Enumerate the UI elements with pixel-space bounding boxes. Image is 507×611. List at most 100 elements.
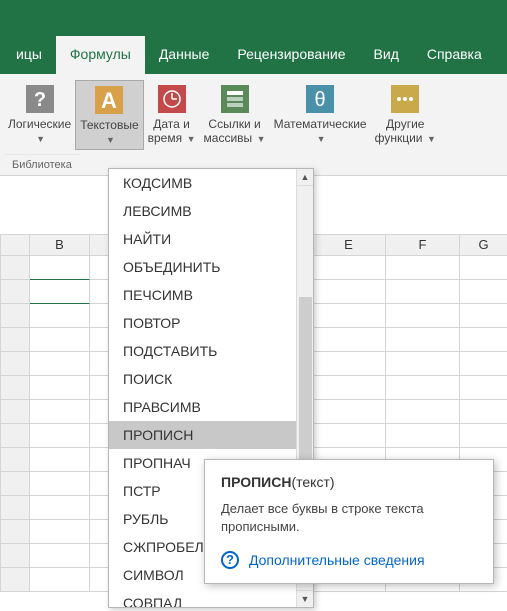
dropdown-item[interactable]: ПРОПИСН xyxy=(109,421,313,449)
text-functions-button[interactable]: A Текстовые ▼ xyxy=(75,80,143,150)
lookup-button[interactable]: Ссылки имассивы ▼ xyxy=(200,80,270,148)
clock-icon xyxy=(155,82,189,116)
col-header-b[interactable]: B xyxy=(30,234,90,256)
cell[interactable] xyxy=(30,256,90,280)
more-functions-button[interactable]: Другиефункции ▼ xyxy=(371,80,440,148)
dots-icon xyxy=(388,82,422,116)
cell[interactable] xyxy=(30,448,90,472)
row-header[interactable] xyxy=(0,472,30,496)
text-label: Текстовые xyxy=(80,118,138,132)
row-header[interactable] xyxy=(0,568,30,592)
select-all-corner[interactable] xyxy=(0,234,30,256)
dropdown-item[interactable]: ОБЪЕДИНИТЬ xyxy=(109,253,313,281)
cell[interactable] xyxy=(30,376,90,400)
cell[interactable] xyxy=(386,376,460,400)
cell[interactable] xyxy=(460,376,507,400)
dropdown-item[interactable]: ПОВТОР xyxy=(109,309,313,337)
row-header[interactable] xyxy=(0,496,30,520)
tab-formulas[interactable]: Формулы xyxy=(56,36,145,74)
cell[interactable] xyxy=(312,400,386,424)
cell[interactable] xyxy=(30,472,90,496)
ribbon-tabstrip: ицы Формулы Данные Рецензирование Вид Сп… xyxy=(0,30,507,74)
math-label: Математические xyxy=(274,117,367,131)
dropdown-item[interactable]: ЛЕВСИМВ xyxy=(109,197,313,225)
datetime-label-1: Дата и xyxy=(153,117,190,131)
cell[interactable] xyxy=(460,280,507,304)
tab-data[interactable]: Данные xyxy=(145,36,224,74)
cell[interactable] xyxy=(30,568,90,592)
svg-text:A: A xyxy=(101,88,117,113)
datetime-button[interactable]: Дата ивремя ▼ xyxy=(144,80,200,148)
cell[interactable] xyxy=(30,328,90,352)
tooltip-help-link[interactable]: ? Дополнительные сведения xyxy=(221,551,477,569)
cell[interactable] xyxy=(30,544,90,568)
scroll-down-button[interactable]: ▼ xyxy=(297,590,313,607)
cell[interactable] xyxy=(312,352,386,376)
chevron-down-icon: ▼ xyxy=(184,134,195,144)
row-header[interactable] xyxy=(0,304,30,328)
logical-button[interactable]: ? Логические▼ xyxy=(4,80,75,148)
tooltip-title: ПРОПИСН(текст) xyxy=(221,474,477,490)
tab-view[interactable]: Вид xyxy=(360,36,413,74)
dropdown-item[interactable]: СОВПАД xyxy=(109,589,313,607)
dropdown-item[interactable]: ПОДСТАВИТЬ xyxy=(109,337,313,365)
col-header-g[interactable]: G xyxy=(460,234,507,256)
cell[interactable] xyxy=(386,280,460,304)
row-header[interactable] xyxy=(0,376,30,400)
tab-help[interactable]: Справка xyxy=(413,36,496,74)
theta-icon: θ xyxy=(303,82,337,116)
cell[interactable] xyxy=(312,424,386,448)
cell[interactable] xyxy=(386,304,460,328)
math-button[interactable]: θ Математические▼ xyxy=(270,80,371,148)
ribbon-group-label: Библиотека xyxy=(4,154,80,173)
cell[interactable] xyxy=(460,400,507,424)
cell[interactable] xyxy=(30,424,90,448)
row-header[interactable] xyxy=(0,448,30,472)
cell[interactable] xyxy=(30,280,90,304)
dropdown-item[interactable]: КОДСИМВ xyxy=(109,169,313,197)
row-header[interactable] xyxy=(0,352,30,376)
col-header-e[interactable]: E xyxy=(312,234,386,256)
chevron-down-icon: ▼ xyxy=(425,134,436,144)
row-header[interactable] xyxy=(0,256,30,280)
cell[interactable] xyxy=(460,352,507,376)
cell[interactable] xyxy=(386,424,460,448)
row-header[interactable] xyxy=(0,328,30,352)
dropdown-item[interactable]: ПЕЧСИМВ xyxy=(109,281,313,309)
cell[interactable] xyxy=(312,256,386,280)
tab-partial[interactable]: ицы xyxy=(2,36,56,74)
cell[interactable] xyxy=(312,280,386,304)
row-header[interactable] xyxy=(0,520,30,544)
chevron-down-icon: ▼ xyxy=(36,134,45,144)
cell[interactable] xyxy=(312,376,386,400)
cell[interactable] xyxy=(386,328,460,352)
cell[interactable] xyxy=(30,496,90,520)
cell[interactable] xyxy=(386,400,460,424)
cell[interactable] xyxy=(30,352,90,376)
cell[interactable] xyxy=(312,304,386,328)
scroll-up-button[interactable]: ▲ xyxy=(297,169,313,186)
dropdown-item[interactable]: ПОИСК xyxy=(109,365,313,393)
cell[interactable] xyxy=(386,352,460,376)
row-header[interactable] xyxy=(0,400,30,424)
cell[interactable] xyxy=(460,304,507,328)
cell[interactable] xyxy=(312,328,386,352)
row-header[interactable] xyxy=(0,280,30,304)
cell[interactable] xyxy=(460,256,507,280)
datetime-label-2: время xyxy=(148,131,182,145)
dropdown-item[interactable]: НАЙТИ xyxy=(109,225,313,253)
dropdown-item[interactable]: ПРАВСИМВ xyxy=(109,393,313,421)
cell[interactable] xyxy=(30,520,90,544)
cell[interactable] xyxy=(30,304,90,328)
row-header[interactable] xyxy=(0,424,30,448)
cell[interactable] xyxy=(460,328,507,352)
row-header[interactable] xyxy=(0,544,30,568)
cell[interactable] xyxy=(30,400,90,424)
chevron-down-icon: ▼ xyxy=(106,135,115,145)
lookup-label-1: Ссылки и xyxy=(208,117,260,131)
tab-review[interactable]: Рецензирование xyxy=(223,36,359,74)
cell[interactable] xyxy=(460,424,507,448)
cell[interactable] xyxy=(386,256,460,280)
col-header-f[interactable]: F xyxy=(386,234,460,256)
chevron-down-icon: ▼ xyxy=(254,134,265,144)
